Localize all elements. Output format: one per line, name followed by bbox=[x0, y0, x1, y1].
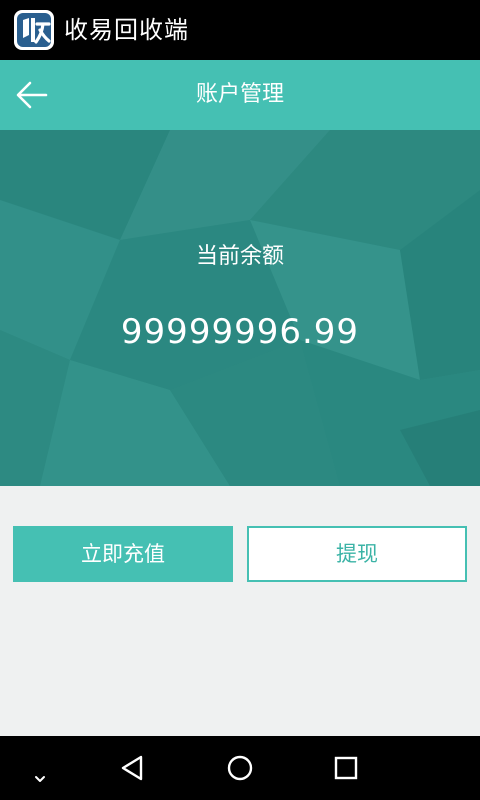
arrow-left-icon bbox=[16, 81, 48, 109]
balance-panel: 当前余额 99999996.99 bbox=[0, 130, 480, 486]
app-title: 收易回收端 bbox=[64, 16, 189, 44]
system-nav-bar bbox=[0, 736, 480, 800]
back-button[interactable] bbox=[10, 73, 54, 117]
page-header: 账户管理 bbox=[0, 60, 480, 130]
balance-amount: 99999996.99 bbox=[120, 312, 360, 352]
square-recent-icon bbox=[334, 756, 358, 780]
shou-logo-icon bbox=[14, 10, 54, 50]
page-title: 账户管理 bbox=[195, 82, 284, 107]
chevron-down-icon bbox=[35, 776, 45, 782]
hide-keyboard-button[interactable] bbox=[22, 748, 62, 788]
withdraw-button[interactable]: 提现 bbox=[247, 526, 467, 582]
polygon-background bbox=[0, 130, 480, 486]
app-title-bar: 收易回收端 bbox=[0, 0, 480, 60]
circle-home-icon bbox=[227, 755, 253, 781]
balance-label: 当前余额 bbox=[195, 244, 284, 269]
recharge-button[interactable]: 立即充值 bbox=[13, 526, 233, 582]
nav-back-button[interactable] bbox=[112, 748, 152, 788]
nav-recent-button[interactable] bbox=[326, 748, 366, 788]
triangle-back-icon bbox=[121, 755, 143, 781]
nav-home-button[interactable] bbox=[220, 748, 260, 788]
